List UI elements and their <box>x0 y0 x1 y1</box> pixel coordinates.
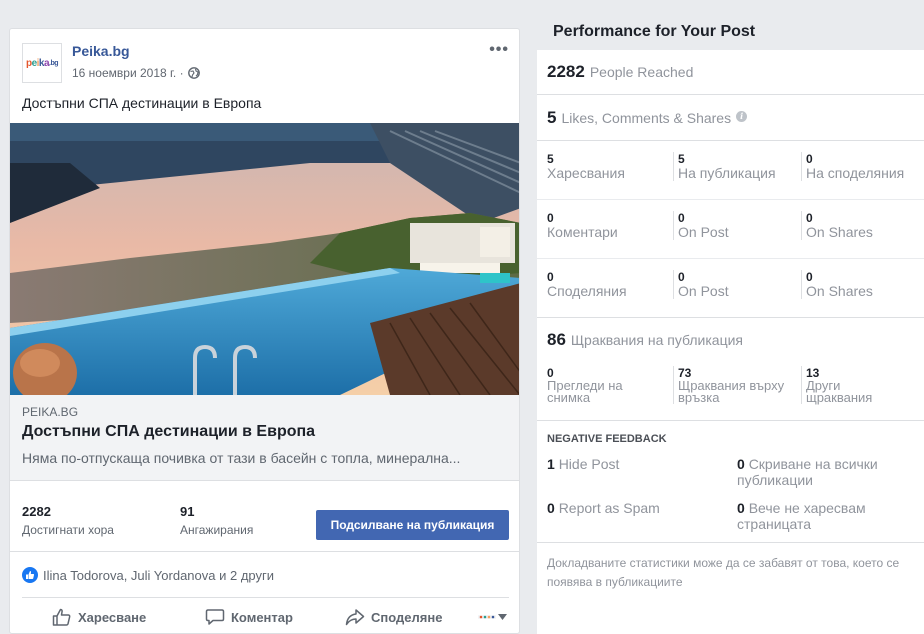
page-name-link[interactable]: Peika.bg <box>72 43 130 59</box>
performance-panel: 2282 People Reached 5 Likes, Comments & … <box>537 50 924 634</box>
shares-row: 0 Споделяния 0 On Post 0 On Shares <box>537 259 924 318</box>
reactors-names[interactable]: Ilina Todorova, Juli Yordanova и 2 други <box>43 568 274 583</box>
comments-row: 0 Коментари 0 On Post 0 On Shares <box>537 200 924 259</box>
comment-button[interactable]: Коментар <box>205 608 293 626</box>
performance-title: Performance for Your Post <box>553 23 756 40</box>
report-spam-stat: 0 Report as Spam <box>547 500 660 516</box>
share-icon <box>345 609 365 626</box>
unlike-page-stat: 0 Вече не харесвам страницата <box>737 500 866 532</box>
hide-post-stat: 1 Hide Post <box>547 456 620 472</box>
divider <box>537 542 924 543</box>
people-reached-count: 2282 <box>547 62 585 81</box>
people-reached-label: People Reached <box>589 64 694 80</box>
reactions-row[interactable]: Ilina Todorova, Juli Yordanova и 2 други <box>10 553 519 597</box>
comment-icon <box>205 609 225 625</box>
post-clicks-count: 86 <box>547 330 566 349</box>
link-preview[interactable]: PEIKA.BG Достъпни СПА дестинации в Европ… <box>10 395 519 481</box>
negative-feedback-title: NEGATIVE FEEDBACK <box>547 433 667 445</box>
more-options-button[interactable]: ••• <box>489 41 509 59</box>
post-text: Достъпни СПА дестинации в Европа <box>22 95 262 111</box>
caret-down-icon <box>498 614 507 620</box>
reaction-selector-dropdown[interactable] <box>478 612 507 622</box>
stats-disclaimer: Докладваните статистики може да се забав… <box>547 556 900 589</box>
engagement-section: 5 Likes, Comments & Shares i <box>537 95 924 141</box>
post-date[interactable]: 16 ноември 2018 г. · <box>72 66 184 80</box>
post-clicks-label: Щраквания на публикация <box>570 332 743 348</box>
globe-icon <box>187 67 200 79</box>
post-meta: 16 ноември 2018 г. · <box>72 66 200 80</box>
like-reaction-icon <box>22 567 38 583</box>
post-stats-row: 2282 Достигнати хора 91 Ангажирания Подс… <box>10 494 519 552</box>
post-image-pool[interactable] <box>10 123 520 395</box>
reach-stat: 2282 Достигнати хора <box>22 504 114 537</box>
link-description: Няма по-отпускаща почивка от тази в басе… <box>22 450 461 466</box>
post-actions-row: Харесване Коментар Споделяне <box>22 597 509 633</box>
engagement-stat: 91 Ангажирания <box>180 504 254 537</box>
page-logo[interactable]: p e i k a .bg <box>22 43 62 83</box>
share-button[interactable]: Споделяне <box>345 608 442 626</box>
like-button[interactable]: Харесване <box>52 608 146 626</box>
post-clicks-section: 86 Щраквания на публикация 0 Прегледи на… <box>537 319 924 421</box>
performance-header: Performance for Your Post <box>537 10 924 50</box>
people-reached-section: 2282 People Reached <box>537 50 924 95</box>
hide-all-posts-stat: 0 Скриване на всички публикации <box>737 456 878 488</box>
boost-post-button[interactable]: Подсилване на публикация <box>316 510 509 540</box>
info-icon[interactable]: i <box>736 110 748 122</box>
page-avatar-icon <box>478 615 496 619</box>
thumbs-up-icon <box>52 608 71 626</box>
post-card: p e i k a .bg Peika.bg 16 ноември 2018 г. · •… <box>9 28 520 634</box>
link-title[interactable]: Достъпни СПА дестинации в Европа <box>22 423 315 441</box>
likes-row: 5 Харесвания 5 На публикация 0 На сподел… <box>537 141 924 200</box>
engagement-count: 5 <box>547 108 557 127</box>
link-domain: PEIKA.BG <box>22 405 79 419</box>
engagement-label: Likes, Comments & Shares <box>561 110 732 126</box>
